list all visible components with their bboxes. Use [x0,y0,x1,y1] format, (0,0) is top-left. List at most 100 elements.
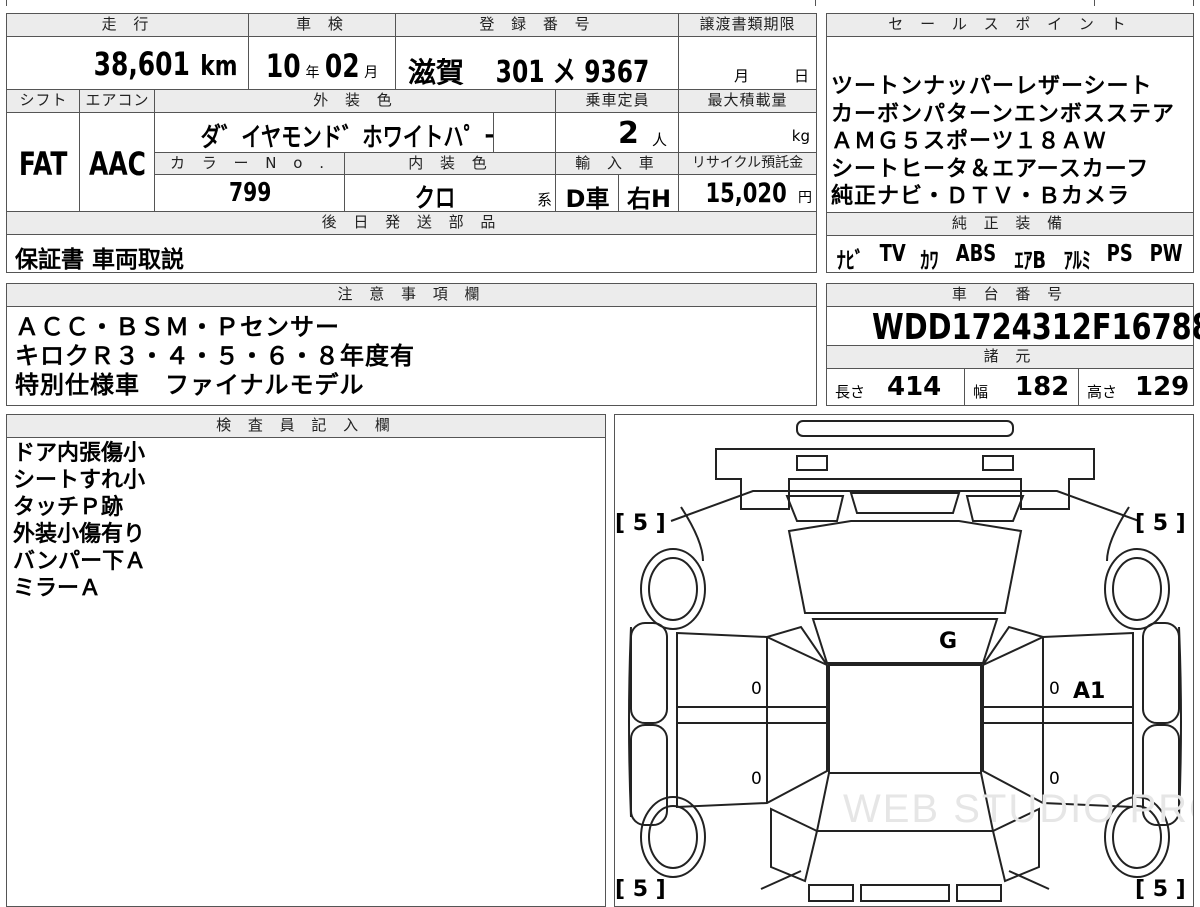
note-line: 特別仕様車 ファイナルモデル [15,371,365,399]
length-label: 長さ [835,383,866,401]
transfer-month-unit: 月 [734,67,750,85]
exterior-color-header: 外 装 色 [154,89,557,113]
capacity-unit: 人 [652,131,668,149]
registration-cell: 滋賀 301 メ 9367 [395,36,680,90]
mileage-cell: 38,601 km [6,36,250,90]
import-type-cell: D車 [555,174,620,213]
inspector-header: 検 査 員 記 入 欄 [6,414,606,438]
mileage-unit: km [200,49,238,82]
car-diagram-panel: WEB STUDIO PRO [ 5 ] [ 5 ] [ 5 ] [ 5 ] G… [614,414,1194,907]
height-cell: 高さ 129 [1078,368,1194,406]
import-header: 輸 入 車 [555,152,680,175]
height-value: 129 [1135,372,1190,402]
top-remnant-right [1094,0,1194,6]
tire-rating-front-left: [ 5 ] [615,511,666,536]
ac-header: エアコン [79,89,156,113]
later-parts-cell: 保証書 車両取説 [6,234,817,273]
zero-mark: 0 [1049,769,1060,789]
exterior-color-value: ダ゛イヤモンド゛ホワイトハ゜ール [200,123,525,153]
shaken-year: 10 [265,47,301,85]
inspector-line: ドア内張傷小 [13,441,146,466]
recycle-value: 15,020 [705,178,787,209]
interior-color-unit: 系 [536,191,552,209]
later-parts-value: 保証書 車両取説 [15,247,185,273]
note-line: キロクＲ３・４・５・６・８年度有 [15,342,415,370]
equipment-item: PW [1149,241,1183,267]
chassis-number: WDD1724312F167889 [871,307,1200,348]
registration-header: 登 録 番 号 [395,13,680,37]
tire-rating-rear-right: [ 5 ] [1135,877,1186,902]
equipment-item: ｱﾙﾐ [1063,248,1091,274]
interior-color-value: クロ [415,184,456,214]
damage-mark-a1: A1 [1073,679,1106,704]
equipment-item: PS [1106,241,1133,267]
notes-header: 注 意 事 項 欄 [6,283,817,307]
sales-point: カーボンパターンエンボスステア [831,101,1175,127]
height-label: 高さ [1087,383,1118,401]
zero-mark: 0 [1049,679,1060,699]
import-type-value: D車 [565,185,610,213]
max-load-unit: kg [791,127,810,145]
width-label: 幅 [973,383,989,401]
registration-number: 301 メ 9367 [495,55,650,90]
chassis-cell: WDD1724312F167889 [826,306,1200,348]
ac-cell: AAC [79,112,156,212]
sales-point: 純正ナビ・ＤＴＶ・Ｂカメラ [831,184,1131,209]
damage-mark-g: G [939,629,958,654]
color-number-header: カ ラ ー N o . [154,152,346,175]
exterior-color-extra-cell [493,112,557,153]
shaken-month: 02 [324,47,360,85]
sales-points-header: セ ー ル ス ポ イ ン ト [826,13,1194,37]
color-number-value: 799 [228,178,272,208]
width-cell: 幅 182 [964,368,1080,406]
transfer-day-unit: 日 [794,67,810,85]
inspector-cell: ドア内張傷小 シートすれ小 タッチＰ跡 外装小傷有り バンパー下Ａ ミラーＡ [6,437,606,907]
inspector-line: ミラーＡ [13,576,102,601]
notes-cell: ＡＣＣ・ＢＳＭ・Ｐセンサー キロクＲ３・４・５・６・８年度有 特別仕様車 ファイ… [6,306,817,406]
recycle-unit: 円 [798,190,812,206]
inspector-line: 外装小傷有り [13,522,146,547]
mileage-header: 走 行 [6,13,250,37]
equipment-item: TV [879,241,906,267]
capacity-header: 乗車定員 [555,89,680,113]
recycle-header: リサイクル預託金 [678,152,817,175]
chassis-header: 車 台 番 号 [826,283,1194,307]
steering-value: 右H [626,185,672,213]
car-diagram [615,415,1194,907]
sales-points-cell: ツートンナッパーレザーシート カーボンパターンエンボスステア ＡＭＧ５スポーツ１… [826,36,1194,213]
mileage-value: 38,601 [93,45,190,83]
shaken-month-unit: 月 [364,65,379,81]
tire-rating-rear-left: [ 5 ] [615,877,666,902]
ac-value: AAC [89,145,146,183]
dimensions-header: 諸 元 [826,345,1194,369]
equipment-header: 純 正 装 備 [826,212,1194,236]
shaken-header: 車 検 [248,13,397,37]
tire-rating-front-right: [ 5 ] [1135,511,1186,536]
width-value: 182 [1015,372,1070,402]
note-line: ＡＣＣ・ＢＳＭ・Ｐセンサー [15,313,340,341]
inspector-line: シートすれ小 [13,468,146,493]
capacity-value: 2 [618,116,639,151]
color-number-cell: 799 [154,174,346,212]
shift-cell: FAT [6,112,81,212]
zero-mark: 0 [751,769,762,789]
sales-point: ＡＭＧ５スポーツ１８ＡＷ [831,129,1107,154]
watermark: WEB STUDIO PRO [843,787,1194,831]
shift-header: シフト [6,89,81,113]
zero-mark: 0 [751,679,762,699]
equipment-item: ｴｱB [1014,248,1047,274]
inspector-line: タッチＰ跡 [13,495,124,520]
transfer-deadline-cell: 月 日 [678,36,817,90]
equipment-cell: ﾅﾋﾞ TV ｶﾜ ABS ｴｱB ｱﾙﾐ PS PW [826,235,1194,274]
later-parts-header: 後 日 発 送 部 品 [6,211,817,235]
length-value: 414 [887,372,942,402]
equipment-item: ﾅﾋﾞ [836,248,864,274]
exterior-color-cell: ダ゛イヤモンド゛ホワイトハ゜ール [154,112,525,153]
shaken-year-unit: 年 [305,65,320,81]
steering-cell: 右H [618,174,680,213]
capacity-cell: 2 人 [555,112,680,153]
shift-value: FAT [19,145,68,183]
inspector-line: バンパー下Ａ [13,549,147,574]
recycle-cell: 15,020 円 [678,174,817,212]
transfer-deadline-header: 譲渡書類期限 [678,13,817,37]
